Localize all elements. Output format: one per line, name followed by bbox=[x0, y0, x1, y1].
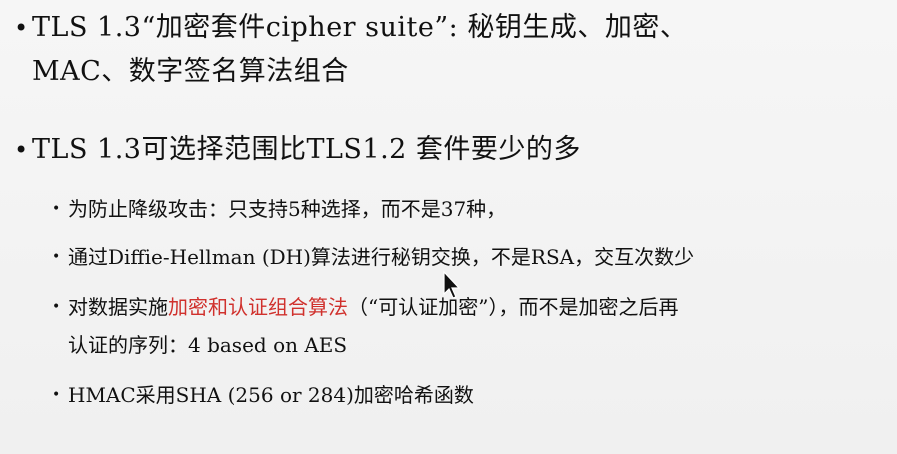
bullet-dot-icon: • bbox=[14, 136, 29, 164]
sub-bullet-aead-after: （“可认证加密”），而不是加密之后再 bbox=[348, 295, 679, 319]
sub-bullet-downgrade-text: 为防止降级攻击：只支持5种选择，而不是37种， bbox=[68, 197, 507, 221]
sub-bullet-dot-icon: • bbox=[52, 249, 61, 265]
bullet-tls13-range: • TLS 1.3可选择范围比TLS1.2 套件要少的多 bbox=[14, 128, 874, 172]
sub-bullet-dot-icon: • bbox=[52, 299, 61, 315]
sub-bullet-aead-line2: 认证的序列：4 based on AES bbox=[68, 333, 348, 357]
bullet-cipher-suite: • TLS 1.3“加密套件cipher suite”: 秘钥生成、加密、 MAC、… bbox=[14, 6, 874, 94]
slide: • TLS 1.3“加密套件cipher suite”: 秘钥生成、加密、 MAC、… bbox=[0, 0, 897, 454]
bullet-cipher-suite-line2: MAC、数字签名算法组合 bbox=[32, 56, 349, 87]
bullet-tls13-range-text: TLS 1.3可选择范围比TLS1.2 套件要少的多 bbox=[32, 134, 581, 165]
sub-bullet-dot-icon: • bbox=[52, 387, 61, 403]
sub-bullet-dot-icon: • bbox=[52, 201, 61, 217]
sub-bullet-downgrade: • 为防止降级攻击：只支持5种选择，而不是37种， bbox=[52, 190, 852, 228]
bullet-cipher-suite-line1: TLS 1.3“加密套件cipher suite”: 秘钥生成、加密、 bbox=[32, 12, 688, 43]
sub-bullet-hmac: • HMAC采用SHA (256 or 284)加密哈希函数 bbox=[52, 376, 852, 414]
sub-bullet-aead-highlight: 加密和认证组合算法 bbox=[168, 295, 348, 319]
bullet-dot-icon: • bbox=[14, 14, 29, 42]
bullet-cipher-suite-text: TLS 1.3“加密套件cipher suite”: 秘钥生成、加密、 MAC、数… bbox=[32, 6, 862, 94]
sub-bullet-hmac-text: HMAC采用SHA (256 or 284)加密哈希函数 bbox=[68, 383, 474, 407]
sub-bullet-aead-before: 对数据实施 bbox=[68, 295, 168, 319]
mouse-pointer-icon bbox=[443, 270, 461, 299]
